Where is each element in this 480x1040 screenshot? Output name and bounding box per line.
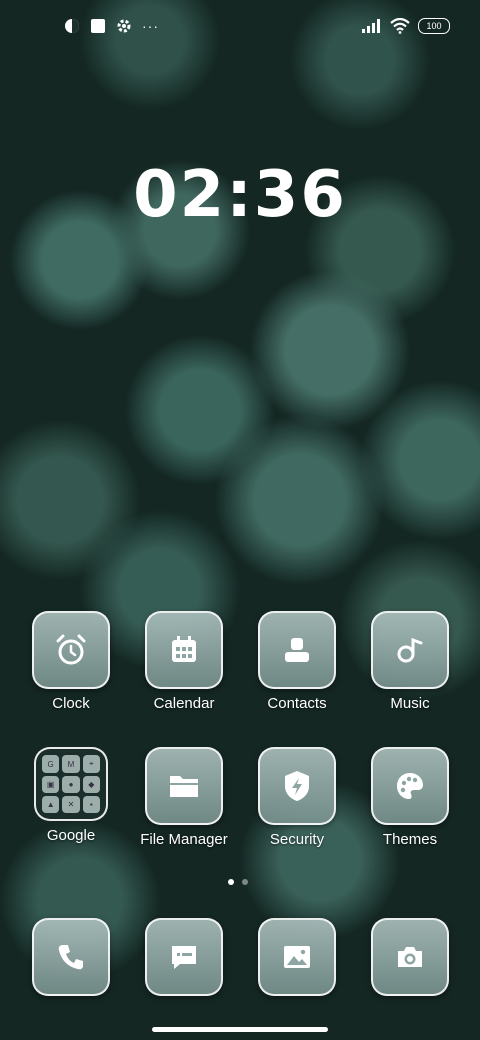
app-calendar[interactable]: Calendar: [134, 611, 234, 712]
folder-mini-app: ⌖: [82, 755, 100, 773]
contacts-app-tile[interactable]: [258, 611, 336, 689]
folder-mini-app: ◆: [82, 776, 100, 793]
dock-phone[interactable]: [21, 918, 121, 996]
more-dots-icon: ···: [142, 18, 159, 34]
phone-icon: [58, 945, 83, 970]
home-gesture-bar[interactable]: [152, 1027, 328, 1032]
phone-app-tile[interactable]: [32, 918, 110, 996]
app-label: Contacts: [267, 695, 327, 712]
calendar-icon: [172, 636, 196, 662]
google-folder-tile[interactable]: G M ⌖ ▣ ● ◆ ▲ ✕ ▪: [34, 747, 108, 821]
app-label: File Manager: [140, 831, 228, 848]
security-app-tile[interactable]: [258, 747, 336, 825]
dock-messages[interactable]: [134, 918, 234, 996]
square-notification-icon: [91, 19, 105, 33]
camera-app-tile[interactable]: [371, 918, 449, 996]
status-left: ···: [64, 18, 159, 34]
app-indicator-icon: [65, 19, 79, 33]
gear-icon: [117, 19, 131, 33]
file-manager-app-tile[interactable]: [145, 747, 223, 825]
folder-mini-app: ▪: [82, 796, 100, 813]
folder-mini-app: G: [42, 755, 60, 773]
folder-mini-app: ●: [62, 776, 80, 793]
app-security[interactable]: Security: [247, 747, 347, 848]
status-bar: ··· 100: [0, 0, 480, 56]
gallery-icon: [284, 946, 310, 968]
app-label: Security: [269, 831, 325, 848]
folder-mini-app: ▣: [42, 776, 60, 793]
signal-icon: [362, 19, 380, 33]
battery-icon: 100: [418, 18, 450, 34]
page-dot: [242, 879, 248, 885]
gallery-app-tile[interactable]: [258, 918, 336, 996]
folder-mini-app: ▲: [42, 796, 60, 813]
app-label: Clock: [52, 695, 90, 712]
app-clock[interactable]: Clock: [21, 611, 121, 712]
app-google-folder[interactable]: G M ⌖ ▣ ● ◆ ▲ ✕ ▪ Google: [21, 747, 121, 844]
status-right: 100: [362, 18, 450, 34]
dock-camera[interactable]: [360, 918, 460, 996]
app-label: Themes: [382, 831, 438, 848]
folder-mini-app: M: [62, 755, 80, 773]
shield-bolt-icon: [285, 771, 309, 801]
page-indicator: [228, 879, 248, 885]
app-contacts[interactable]: Contacts: [247, 611, 347, 712]
app-themes[interactable]: Themes: [360, 747, 460, 848]
messages-app-tile[interactable]: [145, 918, 223, 996]
camera-icon: [398, 947, 422, 967]
lock-clock-time[interactable]: 02:36: [0, 158, 480, 232]
themes-app-tile[interactable]: [371, 747, 449, 825]
dock-gallery[interactable]: [247, 918, 347, 996]
app-label: Music: [390, 695, 430, 712]
music-app-tile[interactable]: [371, 611, 449, 689]
app-music[interactable]: Music: [360, 611, 460, 712]
folder-open-icon: [170, 776, 198, 797]
calendar-app-tile[interactable]: [145, 611, 223, 689]
app-file-manager[interactable]: File Manager: [134, 747, 234, 848]
folder-mini-app: ✕: [62, 796, 80, 813]
music-note-icon: [397, 637, 423, 663]
app-label: Calendar: [153, 695, 215, 712]
messages-icon: [172, 946, 196, 969]
contacts-icon: [285, 638, 309, 662]
app-label: Google: [46, 827, 96, 844]
palette-icon: [397, 773, 423, 799]
page-dot-active: [228, 879, 234, 885]
clock-app-tile[interactable]: [32, 611, 110, 689]
alarm-clock-icon: [56, 634, 86, 665]
wifi-icon: [390, 18, 410, 34]
